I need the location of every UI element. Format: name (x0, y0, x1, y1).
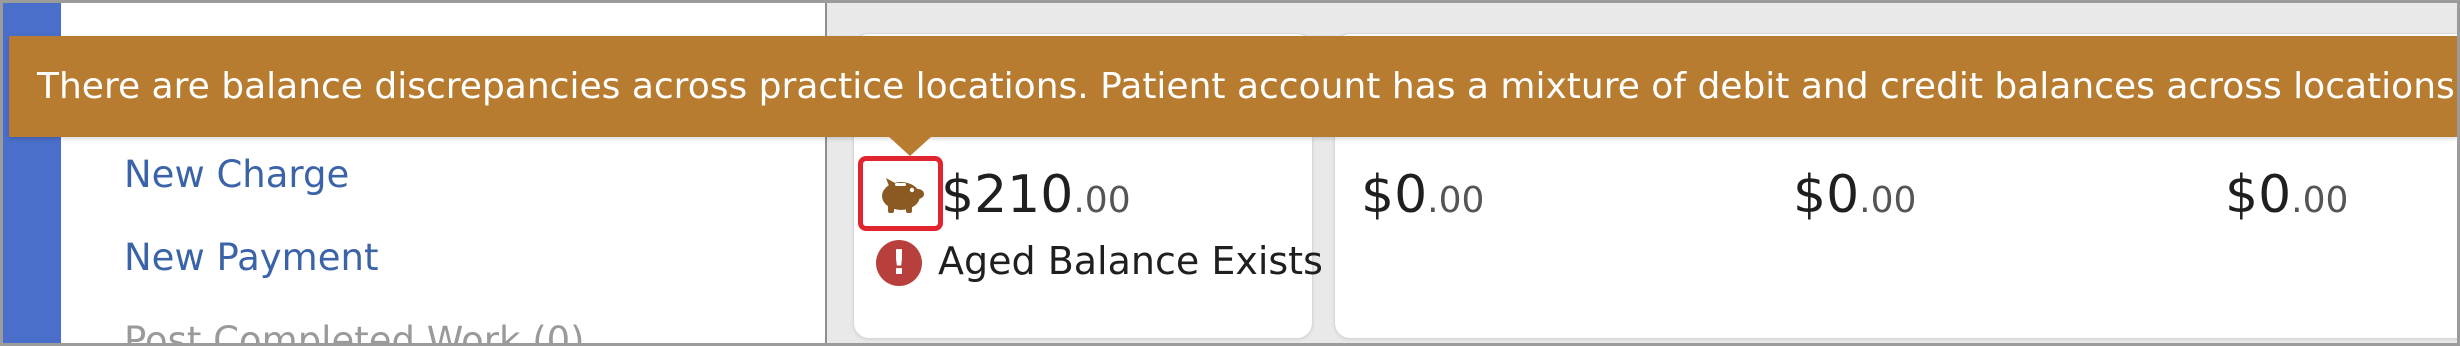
balance-discrepancy-tooltip: There are balance discrepancies across p… (9, 36, 2457, 137)
post-completed-work-link[interactable]: Post Completed Work (0) (124, 319, 585, 343)
balance-cents: .00 (1427, 180, 1485, 221)
account-summary-frame: New Charge New Payment Post Completed Wo… (0, 0, 2460, 346)
balance-amount-total: $210.00 (941, 165, 1131, 225)
balance-dollars: $210 (941, 165, 1074, 225)
balance-dollars: $0 (2225, 165, 2292, 225)
balance-cents: .00 (1859, 180, 1917, 221)
balance-cents: .00 (2291, 180, 2349, 221)
piggy-bank-icon[interactable] (858, 156, 943, 231)
aged-balance-alert: Aged Balance Exists (938, 239, 1323, 283)
new-payment-link[interactable]: New Payment (124, 236, 378, 279)
exclamation-circle-icon: ! (876, 240, 922, 286)
balance-amount-2: $0.00 (1361, 165, 1484, 225)
balance-cents: .00 (1073, 180, 1131, 221)
new-charge-link[interactable]: New Charge (124, 153, 349, 196)
tooltip-text: There are balance discrepancies across p… (37, 66, 2460, 107)
balance-dollars: $0 (1361, 165, 1428, 225)
piggy-bank-icon-graphic (881, 177, 924, 213)
balance-amount-3: $0.00 (1793, 165, 1916, 225)
balance-amount-4: $0.00 (2225, 165, 2348, 225)
tooltip-arrow (888, 136, 932, 156)
balance-dollars: $0 (1793, 165, 1860, 225)
